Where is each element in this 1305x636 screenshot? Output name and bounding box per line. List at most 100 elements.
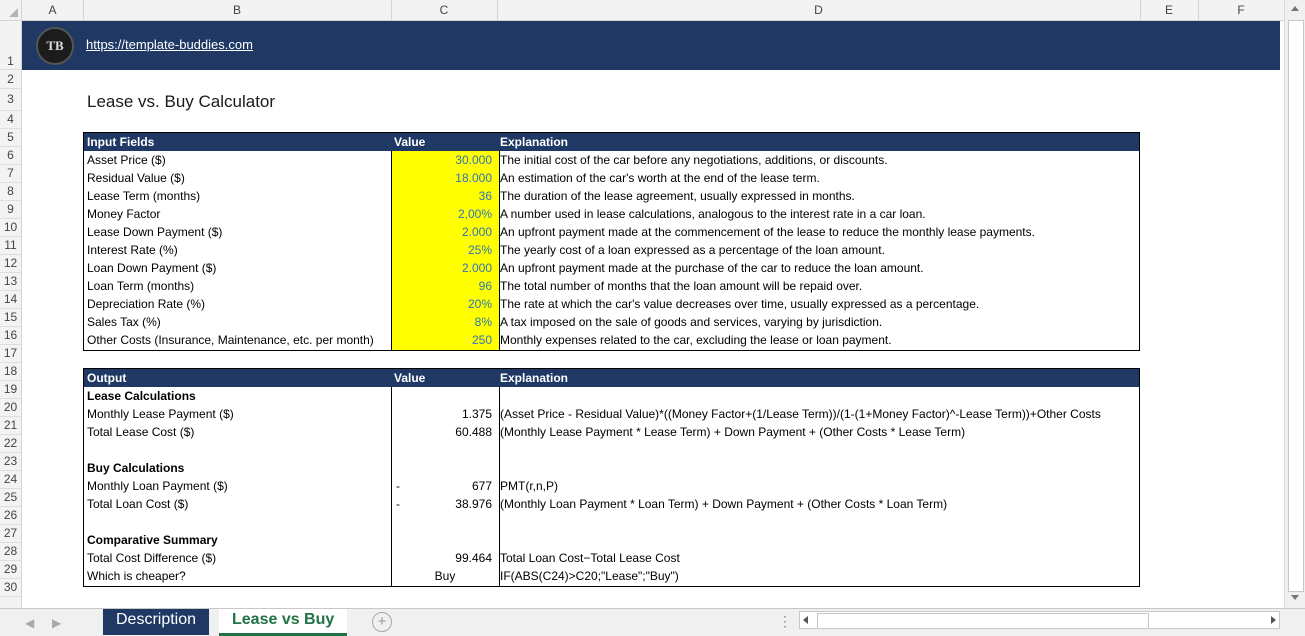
output-value-cell[interactable]: 677 bbox=[392, 477, 492, 495]
column-header-a[interactable]: A bbox=[22, 0, 84, 21]
row-header[interactable]: 12 bbox=[0, 254, 21, 273]
row-header[interactable]: 4 bbox=[0, 110, 21, 129]
input-value-cell[interactable]: 8% bbox=[392, 313, 492, 331]
tab-scroll-right-icon[interactable]: ▶ bbox=[52, 616, 61, 630]
explanation-cell[interactable]: A number used in lease calculations, ana… bbox=[500, 205, 926, 223]
row-header[interactable]: 24 bbox=[0, 470, 21, 489]
input-value-cell[interactable]: 2.000 bbox=[392, 259, 492, 277]
output-explanation-cell[interactable]: (Monthly Loan Payment * Loan Term) + Dow… bbox=[500, 495, 947, 513]
output-field-label[interactable]: Buy Calculations bbox=[87, 459, 184, 477]
scroll-up-icon[interactable] bbox=[1291, 6, 1299, 11]
horizontal-scrollbar[interactable] bbox=[799, 611, 1280, 629]
row-header[interactable]: 13 bbox=[0, 272, 21, 291]
row-header[interactable]: 21 bbox=[0, 416, 21, 435]
explanation-cell[interactable]: An upfront payment made at the commencem… bbox=[500, 223, 1035, 241]
vertical-scroll-thumb[interactable] bbox=[1288, 20, 1304, 592]
input-field-label[interactable]: Lease Down Payment ($) bbox=[87, 223, 222, 241]
row-header[interactable]: 18 bbox=[0, 362, 21, 381]
output-explanation-cell[interactable]: (Asset Price - Residual Value)*((Money F… bbox=[500, 405, 1101, 423]
explanation-cell[interactable]: The duration of the lease agreement, usu… bbox=[500, 187, 855, 205]
column-header-e[interactable]: E bbox=[1140, 0, 1199, 21]
row-header[interactable]: 3 bbox=[0, 88, 21, 111]
row-header[interactable]: 8 bbox=[0, 182, 21, 201]
row-header[interactable]: 27 bbox=[0, 524, 21, 543]
row-header[interactable]: 22 bbox=[0, 434, 21, 453]
input-value-cell[interactable]: 96 bbox=[392, 277, 492, 295]
row-header[interactable]: 28 bbox=[0, 542, 21, 561]
output-value-cell[interactable]: Buy bbox=[392, 567, 498, 585]
website-link[interactable]: https://template-buddies.com bbox=[86, 37, 253, 52]
row-header[interactable]: 23 bbox=[0, 452, 21, 471]
output-explanation-cell[interactable]: IF(ABS(C24)>C20;"Lease";"Buy") bbox=[500, 567, 679, 585]
output-field-label[interactable]: Total Cost Difference ($) bbox=[87, 549, 216, 567]
input-field-label[interactable]: Asset Price ($) bbox=[87, 151, 166, 169]
row-header[interactable]: 9 bbox=[0, 200, 21, 219]
output-value-cell[interactable]: 99.464 bbox=[392, 549, 492, 567]
row-header[interactable]: 10 bbox=[0, 218, 21, 237]
output-field-label[interactable]: Which is cheaper? bbox=[87, 567, 186, 585]
output-field-label[interactable]: Monthly Loan Payment ($) bbox=[87, 477, 228, 495]
output-value-cell[interactable] bbox=[392, 459, 492, 477]
explanation-cell[interactable]: The total number of months that the loan… bbox=[500, 277, 862, 295]
row-header[interactable]: 2 bbox=[0, 70, 21, 89]
output-field-label[interactable]: Comparative Summary bbox=[87, 531, 218, 549]
output-value-cell[interactable] bbox=[392, 387, 492, 405]
output-field-label[interactable]: Monthly Lease Payment ($) bbox=[87, 405, 234, 423]
input-field-label[interactable]: Other Costs (Insurance, Maintenance, etc… bbox=[87, 331, 374, 349]
scroll-right-icon[interactable] bbox=[1271, 616, 1276, 624]
row-header[interactable]: 20 bbox=[0, 398, 21, 417]
select-all-corner[interactable] bbox=[0, 0, 22, 21]
column-header-c[interactable]: C bbox=[391, 0, 498, 21]
output-field-label[interactable]: Total Loan Cost ($) bbox=[87, 495, 188, 513]
splitter-handle-icon[interactable]: ⋮ bbox=[778, 613, 792, 630]
row-header[interactable]: 26 bbox=[0, 506, 21, 525]
input-value-cell[interactable]: 36 bbox=[392, 187, 492, 205]
row-header[interactable]: 19 bbox=[0, 380, 21, 399]
output-value-cell[interactable]: 38.976 bbox=[392, 495, 492, 513]
explanation-cell[interactable]: An estimation of the car's worth at the … bbox=[500, 169, 820, 187]
output-value-cell[interactable] bbox=[392, 513, 492, 531]
column-header-d[interactable]: D bbox=[497, 0, 1141, 21]
row-header[interactable]: 30 bbox=[0, 578, 21, 597]
input-field-label[interactable]: Interest Rate (%) bbox=[87, 241, 178, 259]
output-explanation-cell[interactable]: Total Loan Cost−Total Lease Cost bbox=[500, 549, 680, 567]
input-value-cell[interactable]: 2.000 bbox=[392, 223, 492, 241]
input-field-label[interactable]: Loan Term (months) bbox=[87, 277, 194, 295]
row-header[interactable]: 1 bbox=[0, 21, 21, 70]
output-value-cell[interactable] bbox=[392, 441, 492, 459]
tab-lease-vs-buy[interactable]: Lease vs Buy bbox=[219, 609, 348, 636]
input-value-cell[interactable]: 2,00% bbox=[392, 205, 492, 223]
scroll-down-icon[interactable] bbox=[1291, 595, 1299, 600]
horizontal-scroll-thumb[interactable] bbox=[817, 613, 1149, 629]
input-field-label[interactable]: Residual Value ($) bbox=[87, 169, 185, 187]
output-explanation-cell[interactable]: PMT(r,n,P) bbox=[500, 477, 558, 495]
row-header[interactable]: 5 bbox=[0, 128, 21, 147]
input-value-cell[interactable]: 25% bbox=[392, 241, 492, 259]
column-header-f[interactable]: F bbox=[1198, 0, 1285, 21]
explanation-cell[interactable]: The rate at which the car's value decrea… bbox=[500, 295, 979, 313]
add-sheet-icon[interactable]: + bbox=[372, 612, 392, 632]
output-value-cell[interactable]: 1.375 bbox=[392, 405, 492, 423]
column-header-b[interactable]: B bbox=[83, 0, 392, 21]
explanation-cell[interactable]: A tax imposed on the sale of goods and s… bbox=[500, 313, 882, 331]
scroll-left-icon[interactable] bbox=[803, 616, 808, 624]
vertical-scrollbar[interactable] bbox=[1284, 0, 1305, 608]
row-header[interactable]: 7 bbox=[0, 164, 21, 183]
row-header[interactable]: 16 bbox=[0, 326, 21, 345]
row-header[interactable]: 15 bbox=[0, 308, 21, 327]
row-header[interactable]: 29 bbox=[0, 560, 21, 579]
input-field-label[interactable]: Loan Down Payment ($) bbox=[87, 259, 216, 277]
tab-scroll-left-icon[interactable]: ◀ bbox=[25, 616, 34, 630]
input-field-label[interactable]: Lease Term (months) bbox=[87, 187, 200, 205]
input-field-label[interactable]: Money Factor bbox=[87, 205, 160, 223]
output-explanation-cell[interactable]: (Monthly Lease Payment * Lease Term) + D… bbox=[500, 423, 965, 441]
row-header[interactable]: 17 bbox=[0, 344, 21, 363]
explanation-cell[interactable]: The yearly cost of a loan expressed as a… bbox=[500, 241, 885, 259]
input-field-label[interactable]: Depreciation Rate (%) bbox=[87, 295, 205, 313]
input-value-cell[interactable]: 250 bbox=[392, 331, 492, 349]
row-header[interactable]: 14 bbox=[0, 290, 21, 309]
explanation-cell[interactable]: An upfront payment made at the purchase … bbox=[500, 259, 924, 277]
row-header[interactable]: 11 bbox=[0, 236, 21, 255]
input-field-label[interactable]: Sales Tax (%) bbox=[87, 313, 161, 331]
input-value-cell[interactable]: 20% bbox=[392, 295, 492, 313]
